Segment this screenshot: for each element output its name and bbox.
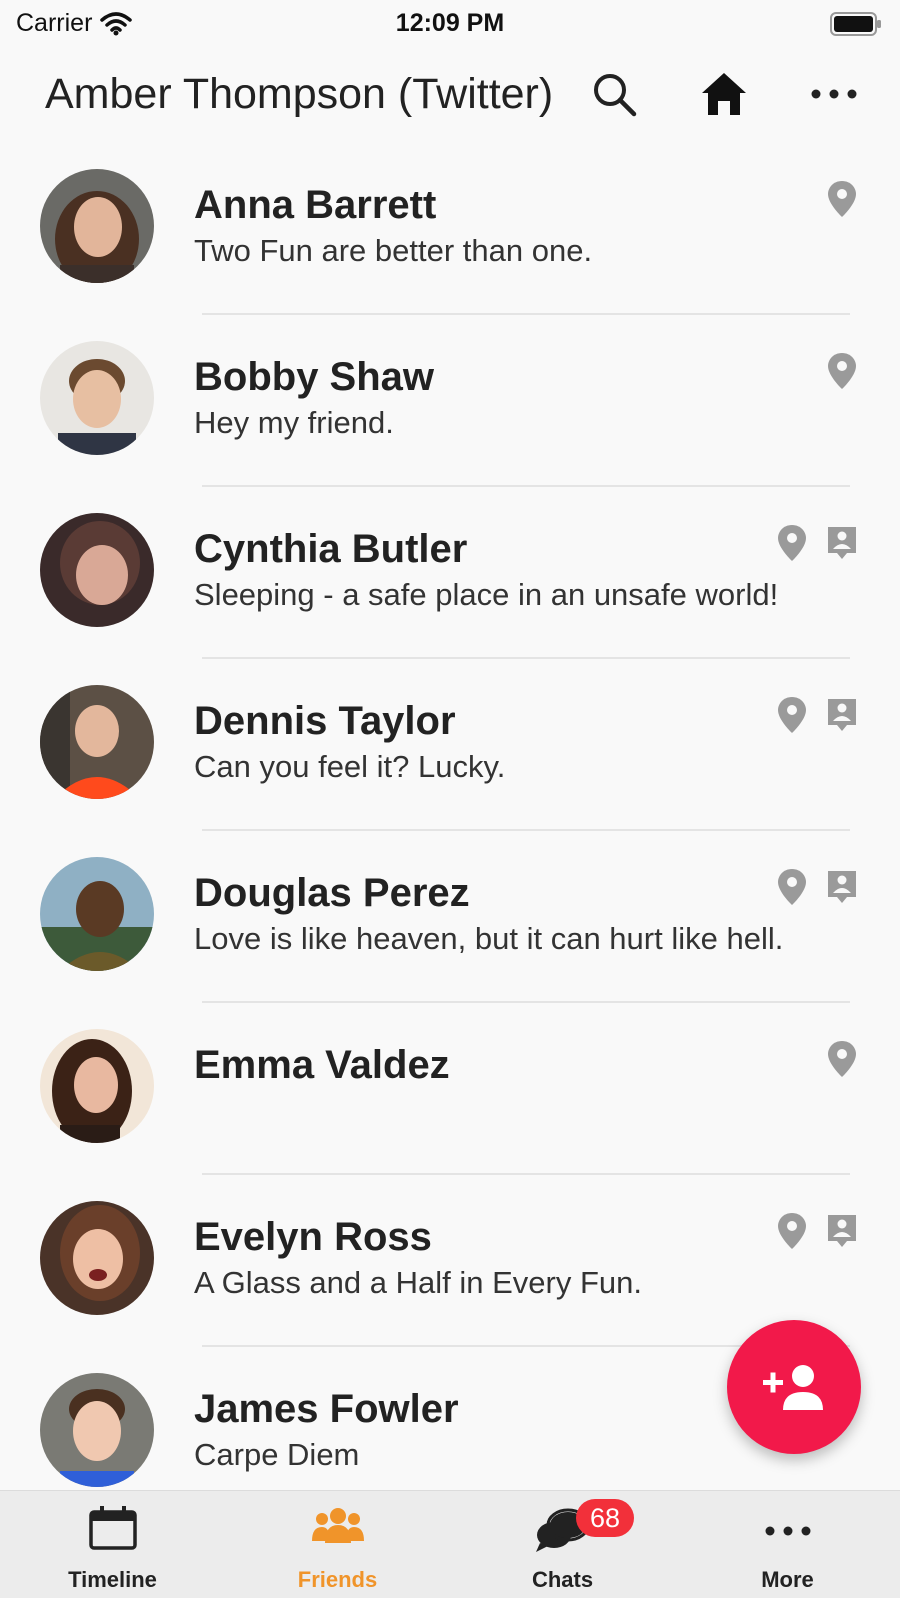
tab-label: Chats [531,1567,594,1592]
friend-row[interactable]: Anna Barrett Two Fun are better than one… [0,143,900,315]
friend-name: Douglas Perez [194,871,470,915]
contact-card-icon[interactable] [824,523,860,563]
avatar[interactable] [40,341,154,455]
more-dots-icon [811,89,857,99]
friend-status: Can you feel it? Lucky. [194,749,506,784]
search-button[interactable] [584,64,644,124]
clock: 12:09 PM [395,9,505,37]
more-dots-icon [765,1526,810,1536]
friend-status: Carpe Diem [194,1437,360,1472]
unread-chats-badge: 68 [576,1499,634,1537]
friend-row[interactable]: Douglas Perez Love is like heaven, but i… [0,831,900,1003]
tab-friends[interactable]: Friends [225,1491,450,1598]
tab-bar: Timeline Friends Chats 68 More [0,1490,900,1598]
row-actions [824,351,860,391]
location-pin-icon[interactable] [774,867,810,907]
row-actions [824,1039,860,1079]
friend-row[interactable]: Emma Valdez [0,1003,900,1175]
add-friend-button[interactable] [727,1320,861,1454]
more-options-button[interactable] [804,64,864,124]
location-pin-icon[interactable] [824,1039,860,1079]
home-button[interactable] [694,64,754,124]
avatar[interactable] [40,857,154,971]
status-bar: Carrier 12:09 PM [0,0,900,46]
app-bar: Amber Thompson (Twitter) [0,58,900,130]
row-actions [774,523,860,563]
row-actions [774,867,860,907]
location-pin-icon[interactable] [824,351,860,391]
home-icon [702,73,746,115]
row-actions [774,1211,860,1251]
tab-more[interactable]: More [675,1491,900,1598]
friend-name: Anna Barrett [194,183,437,227]
row-actions [824,179,860,219]
friend-name: Evelyn Ross [194,1215,432,1259]
row-actions [774,695,860,735]
friend-name: Cynthia Butler [194,527,468,571]
contact-card-icon[interactable] [824,867,860,907]
friend-row[interactable]: Bobby Shaw Hey my friend. [0,315,900,487]
avatar[interactable] [40,685,154,799]
avatar[interactable] [40,169,154,283]
friend-status: Love is like heaven, but it can hurt lik… [194,921,784,956]
friend-name: Emma Valdez [194,1043,450,1087]
page-title: Amber Thompson (Twitter) [45,70,554,118]
friend-name: Dennis Taylor [194,699,456,743]
friend-row[interactable]: Evelyn Ross A Glass and a Half in Every … [0,1175,900,1347]
tab-label: More [761,1567,814,1592]
friends-list: Anna Barrett Two Fun are better than one… [0,143,900,1519]
avatar[interactable] [40,1201,154,1315]
location-pin-icon[interactable] [774,695,810,735]
contact-card-icon[interactable] [824,695,860,735]
friend-name: James Fowler [194,1387,459,1431]
friend-row[interactable]: Cynthia Butler Sleeping - a safe place i… [0,487,900,659]
friend-row[interactable]: Dennis Taylor Can you feel it? Lucky. [0,659,900,831]
friend-status: Hey my friend. [194,405,394,440]
tab-label: Friends [297,1567,378,1592]
contact-card-icon[interactable] [824,1211,860,1251]
location-pin-icon[interactable] [774,1211,810,1251]
avatar[interactable] [40,1029,154,1143]
search-icon [594,74,637,117]
friend-status: Two Fun are better than one. [194,233,593,268]
people-icon [311,1508,364,1543]
friend-status: A Glass and a Half in Every Fun. [194,1265,642,1300]
add-friend-icon [763,1365,823,1410]
friend-name: Bobby Shaw [194,355,435,399]
avatar[interactable] [40,513,154,627]
avatar[interactable] [40,1373,154,1487]
tab-chats[interactable]: Chats [450,1491,675,1598]
tab-label: Timeline [68,1567,157,1592]
location-pin-icon[interactable] [824,179,860,219]
tab-timeline[interactable]: Timeline [0,1491,225,1598]
friend-status: Sleeping - a safe place in an unsafe wor… [194,577,779,612]
calendar-icon [88,1506,137,1550]
battery-icon [830,12,882,43]
location-pin-icon[interactable] [774,523,810,563]
